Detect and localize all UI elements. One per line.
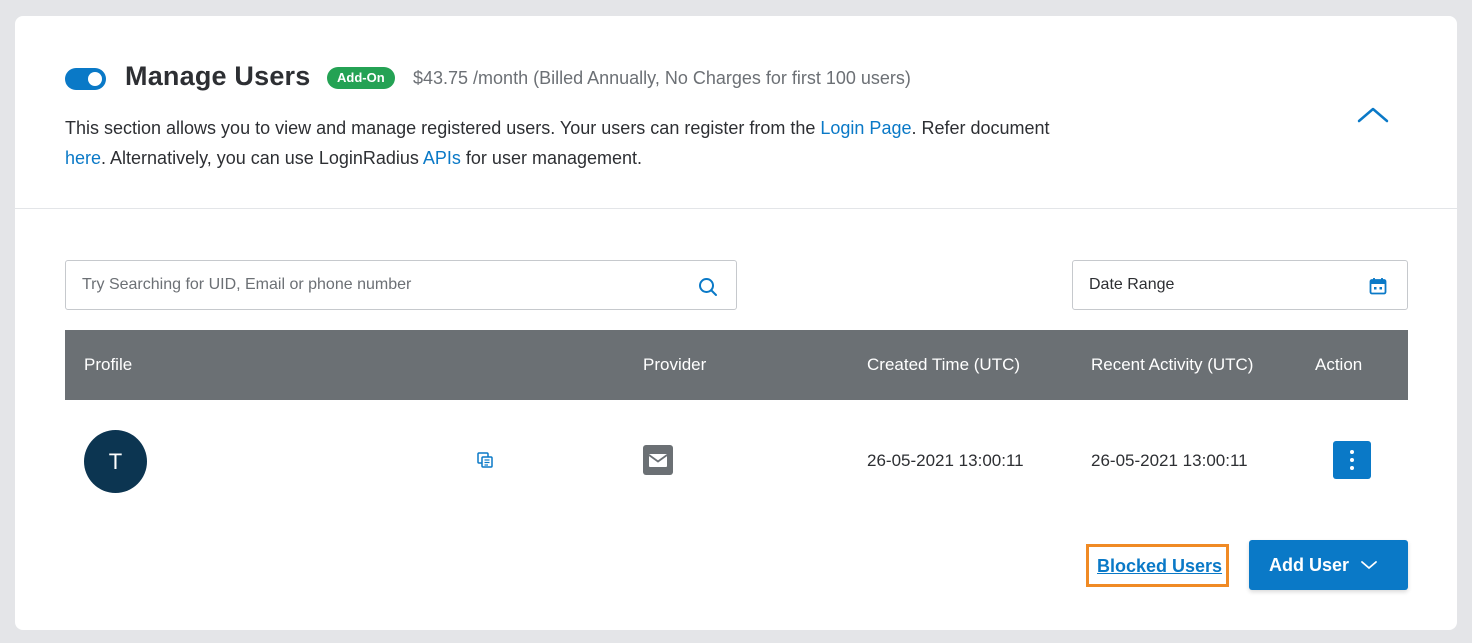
search-box (65, 260, 737, 310)
column-header-created: Created Time (UTC) (867, 355, 1021, 374)
page-title: Manage Users (125, 61, 311, 91)
kebab-dot (1350, 466, 1354, 470)
login-page-link[interactable]: Login Page (820, 118, 911, 138)
price-text: $43.75 /month (Billed Annually, No Charg… (413, 68, 911, 88)
section-description: This section allows you to view and mana… (65, 113, 1065, 173)
blocked-users-link[interactable]: Blocked Users (1097, 556, 1222, 577)
created-time-cell: 26-05-2021 13:00:11 (867, 451, 1024, 470)
copy-icon[interactable] (476, 451, 494, 469)
addon-badge: Add-On (327, 67, 395, 89)
kebab-dot (1350, 458, 1354, 462)
toggle-knob (88, 72, 102, 86)
date-range-label: Date Range (1089, 276, 1175, 293)
row-actions-button[interactable] (1333, 441, 1371, 479)
here-link[interactable]: here (65, 148, 101, 168)
apis-link[interactable]: APIs (423, 148, 461, 168)
column-header-profile: Profile (84, 355, 133, 374)
email-icon (643, 445, 673, 475)
table-header: Profile Provider Created Time (UTC) Rece… (65, 330, 1408, 400)
avatar[interactable]: T (84, 430, 147, 493)
desc-text: for user management. (460, 148, 643, 168)
blocked-users-highlight: Blocked Users (1086, 544, 1229, 587)
kebab-dot (1350, 450, 1354, 454)
manage-users-card: Manage Users Add-On $43.75 /month (Bille… (15, 16, 1457, 630)
desc-text: . Alternatively, you can use LoginRadius (101, 148, 423, 168)
add-user-label: Add User (1269, 555, 1350, 575)
column-header-action: Action (1315, 355, 1363, 374)
search-icon[interactable] (698, 277, 718, 297)
column-header-provider: Provider (643, 355, 707, 374)
chevron-up-icon[interactable] (1355, 102, 1391, 126)
calendar-icon (1369, 278, 1387, 295)
chevron-down-icon (1361, 561, 1377, 569)
table-row: T 26-05-2021 13:00:11 26-05-2021 13:00:1… (65, 400, 1408, 520)
section-header: Manage Users Add-On $43.75 /month (Bille… (15, 16, 1457, 209)
feature-toggle[interactable] (65, 68, 106, 90)
column-header-recent-activity: Recent Activity (UTC) (1091, 355, 1254, 374)
desc-text: . Refer document (911, 118, 1050, 138)
date-range-picker[interactable]: Date Range (1072, 260, 1408, 310)
add-user-button[interactable]: Add User (1249, 540, 1408, 590)
search-input[interactable] (67, 262, 667, 308)
desc-text: This section allows you to view and mana… (65, 118, 821, 138)
recent-activity-cell: 26-05-2021 13:00:11 (1091, 451, 1248, 470)
